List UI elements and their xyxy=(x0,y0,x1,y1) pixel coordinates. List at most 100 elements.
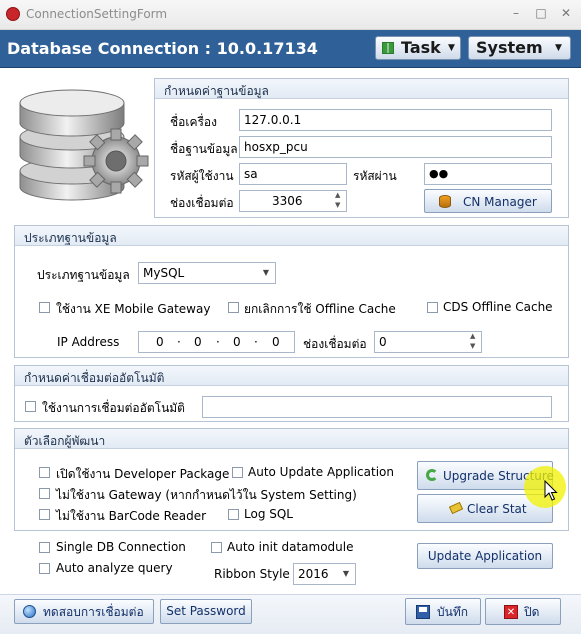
port-value: 3306 xyxy=(272,194,303,208)
no-gateway-checkbox[interactable] xyxy=(39,488,50,499)
xe-mobile-label: ใช้งาน XE Mobile Gateway xyxy=(56,302,211,316)
dev-package-label: เปิดใช้งาน Developer Package xyxy=(56,467,230,481)
database-icon xyxy=(439,195,451,208)
server-input[interactable]: 127.0.0.1 xyxy=(239,109,552,131)
db-type-dropdown[interactable]: MySQL ▼ xyxy=(138,262,276,284)
database-input[interactable]: hosxp_pcu xyxy=(239,136,552,158)
auto-connect-checkbox[interactable] xyxy=(25,401,36,412)
auto-init-checkbox[interactable] xyxy=(211,542,222,553)
spinner-down-icon[interactable]: ▼ xyxy=(470,342,475,350)
update-application-button[interactable]: Update Application xyxy=(417,543,553,569)
database-label: ชื่อฐานข้อมูล xyxy=(170,142,238,156)
section-header: ประเภทฐานข้อมูล xyxy=(15,226,568,246)
section-header: กำหนดค่าฐานข้อมูล xyxy=(155,79,568,99)
floppy-label-strip xyxy=(419,607,427,612)
cds-offline-label: CDS Offline Cache xyxy=(443,300,553,314)
mouse-pointer-icon xyxy=(544,480,558,501)
no-barcode-label: ไม่ใช้งาน BarCode Reader xyxy=(56,509,207,523)
auto-analyze-checkbox[interactable] xyxy=(39,563,50,574)
floppy-icon xyxy=(416,605,430,619)
close-label: ปิด xyxy=(524,605,540,619)
section-header: ตัวเลือกผู้พัฒนา xyxy=(15,429,568,449)
set-password-button[interactable]: Set Password xyxy=(160,599,252,624)
task-label: Task xyxy=(401,38,441,57)
ip-dot: · xyxy=(216,335,220,349)
eraser-icon xyxy=(448,501,464,515)
cds-offline-checkbox[interactable] xyxy=(427,302,438,313)
auto-connect-label: ใช้งานการเชื่อมต่ออัตโนมัติ xyxy=(42,401,185,415)
cancel-offline-label: ยกเลิกการใช้ Offline Cache xyxy=(244,302,396,316)
test-connection-button[interactable]: ทดสอบการเชื่อมต่อ xyxy=(14,599,154,624)
ip-octet: 0 xyxy=(156,335,164,349)
minimize-button[interactable]: – xyxy=(505,4,527,22)
chevron-down-icon: ▼ xyxy=(448,43,455,53)
db-type-value: MySQL xyxy=(143,266,185,280)
system-menu-button[interactable]: System ▼ xyxy=(468,36,571,60)
header-bar: Database Connection : 10.0.17134 Task ▼ … xyxy=(0,30,581,68)
app-icon xyxy=(6,7,20,21)
section-title: กำหนดค่าเชื่อมต่ออัตโนมัติ xyxy=(24,371,165,385)
ribbon-style-value: 2016 xyxy=(298,567,329,581)
user-input[interactable]: sa xyxy=(239,163,347,185)
section-title: ประเภทฐานข้อมูล xyxy=(24,231,117,245)
connection-icon xyxy=(23,605,36,618)
spinner-up-icon[interactable]: ▲ xyxy=(335,191,340,199)
ip-octet: 0 xyxy=(272,335,280,349)
auto-update-checkbox[interactable] xyxy=(232,467,243,478)
xe-mobile-checkbox[interactable] xyxy=(39,302,50,313)
page-title: Database Connection : 10.0.17134 xyxy=(7,39,318,58)
title-bar: ConnectionSettingForm – □ ✕ xyxy=(0,0,581,30)
ip-dot: · xyxy=(177,335,181,349)
cn-manager-button[interactable]: CN Manager xyxy=(424,189,552,213)
grid-icon xyxy=(382,42,394,54)
section-title: กำหนดค่าฐานข้อมูล xyxy=(164,84,269,98)
chevron-down-icon: ▼ xyxy=(342,569,349,578)
clear-stat-label: Clear Stat xyxy=(467,502,527,516)
maximize-button[interactable]: □ xyxy=(530,4,552,22)
ip-octet: 0 xyxy=(194,335,202,349)
section-header: กำหนดค่าเชื่อมต่ออัตโนมัติ xyxy=(15,366,568,386)
db-type-label: ประเภทฐานข้อมูล xyxy=(37,268,130,282)
ip-address-label: IP Address xyxy=(57,335,120,349)
save-button[interactable]: บันทึก xyxy=(405,598,481,625)
database-gear-icon xyxy=(19,89,149,201)
log-sql-label: Log SQL xyxy=(244,507,293,521)
password-input[interactable]: ●● xyxy=(424,163,552,185)
ip-port-label: ช่องเชื่อมต่อ xyxy=(303,337,367,351)
section-title: ตัวเลือกผู้พัฒนา xyxy=(24,434,106,448)
auto-update-label: Auto Update Application xyxy=(248,465,394,479)
close-button[interactable]: ✕ ปิด xyxy=(485,598,561,625)
ip-dot: · xyxy=(254,335,258,349)
close-icon: ✕ xyxy=(504,605,518,619)
log-sql-checkbox[interactable] xyxy=(228,509,239,520)
close-window-button[interactable]: ✕ xyxy=(555,4,577,22)
password-label: รหัสผ่าน xyxy=(353,169,397,183)
ip-octet: 0 xyxy=(233,335,241,349)
auto-analyze-label: Auto analyze query xyxy=(56,561,173,575)
ip-port-value: 0 xyxy=(379,335,387,349)
system-label: System xyxy=(476,38,543,57)
user-label: รหัสผู้ใช้งาน xyxy=(170,169,234,183)
window-title: ConnectionSettingForm xyxy=(26,7,168,21)
task-menu-button[interactable]: Task ▼ xyxy=(375,36,461,60)
ribbon-style-label: Ribbon Style xyxy=(214,567,290,581)
port-label: ช่องเชื่อมต่อ xyxy=(170,196,234,210)
server-label: ชื่อเครื่อง xyxy=(170,115,217,129)
chevron-down-icon: ▼ xyxy=(262,268,269,277)
port-input[interactable]: 3306 ▲ ▼ xyxy=(239,190,347,212)
auto-connect-input[interactable] xyxy=(202,396,552,418)
refresh-icon xyxy=(426,469,438,481)
cancel-offline-checkbox[interactable] xyxy=(228,302,239,313)
single-db-checkbox[interactable] xyxy=(39,542,50,553)
dev-package-checkbox[interactable] xyxy=(39,467,50,478)
cn-manager-label: CN Manager xyxy=(463,195,537,209)
save-label: บันทึก xyxy=(437,605,468,619)
spinner-up-icon[interactable]: ▲ xyxy=(470,332,475,340)
spinner-down-icon[interactable]: ▼ xyxy=(335,201,340,209)
auto-init-label: Auto init datamodule xyxy=(227,540,354,554)
ip-port-input[interactable]: 0 ▲ ▼ xyxy=(374,331,482,353)
no-gateway-label: ไม่ใช้งาน Gateway (หากกำหนดไว้ใน System … xyxy=(56,488,357,502)
ribbon-style-dropdown[interactable]: 2016 ▼ xyxy=(293,563,356,585)
no-barcode-checkbox[interactable] xyxy=(39,509,50,520)
ip-address-input[interactable]: 0 · 0 · 0 · 0 xyxy=(138,331,295,353)
